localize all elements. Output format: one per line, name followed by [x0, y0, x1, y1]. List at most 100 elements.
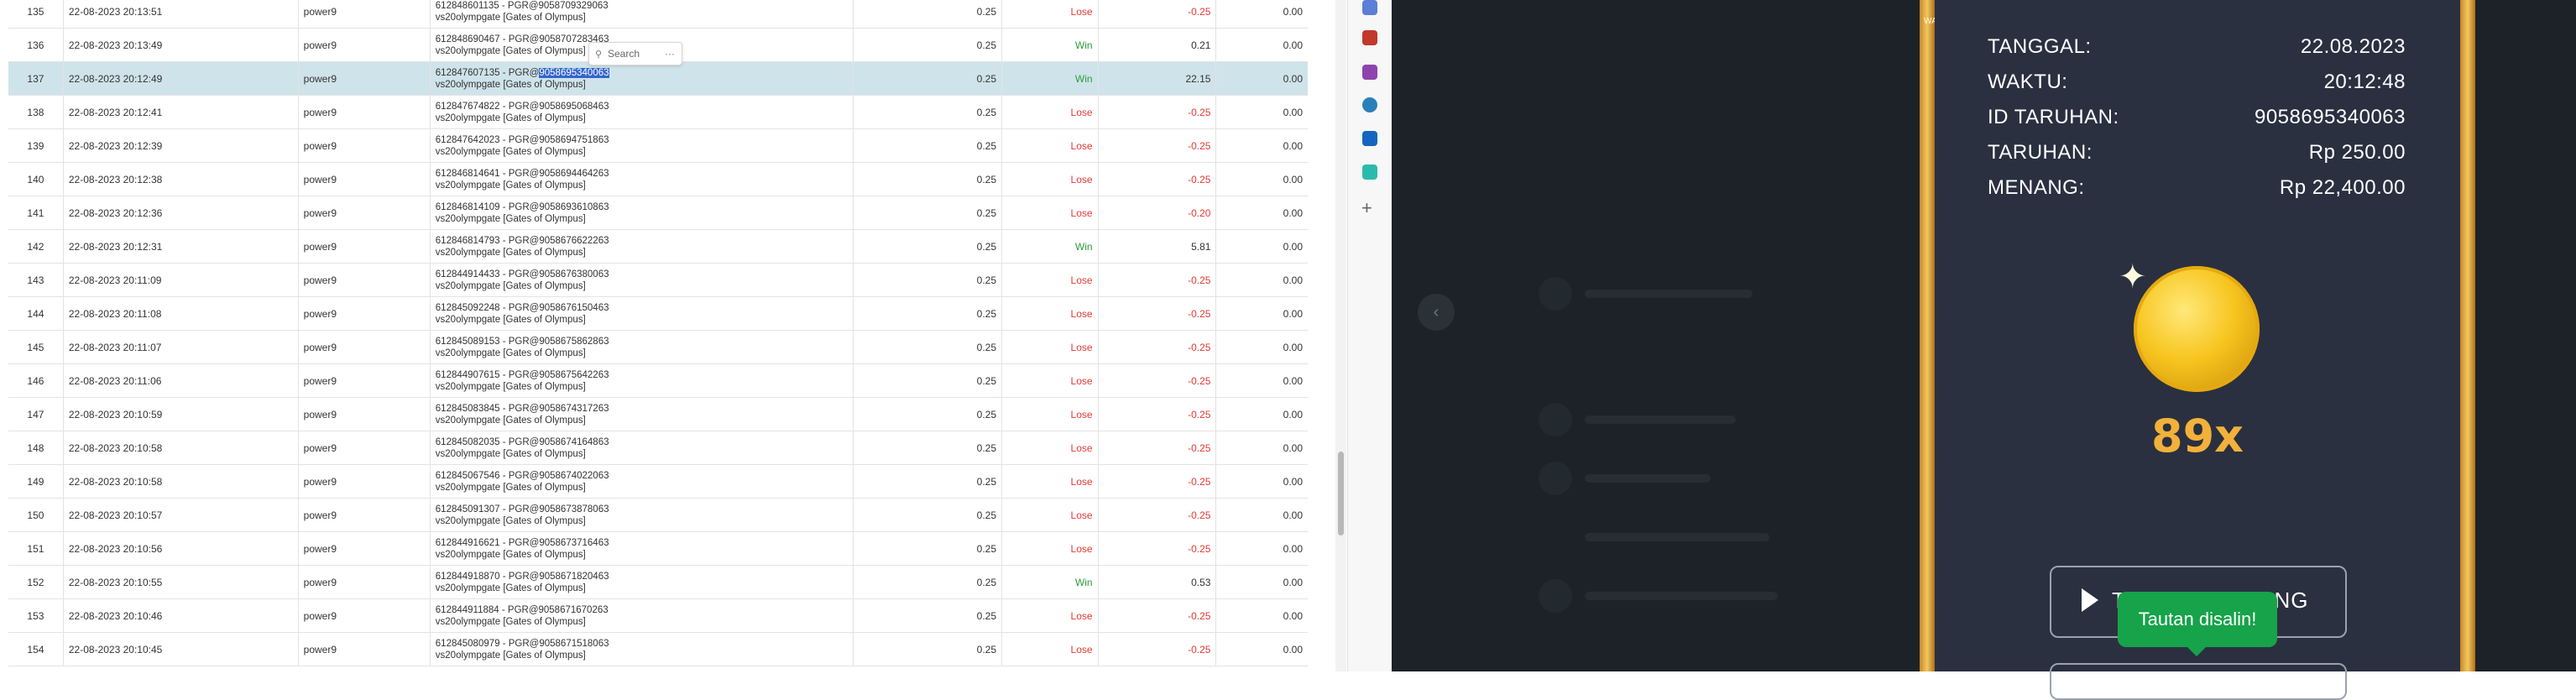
selected-bet-id[interactable]: 9058695340063 [539, 67, 609, 78]
row-number: 142 [8, 229, 64, 264]
table-row[interactable]: 144 22-08-2023 20:11:08 power9 612845092248… [8, 296, 1308, 331]
bet-time: 22-08-2023 20:12:39 [63, 128, 299, 163]
stake-amount: 0.25 [853, 565, 1003, 599]
secondary-button[interactable] [2050, 663, 2347, 700]
previous-arrow-icon[interactable]: ‹ [1418, 294, 1455, 331]
game-name: vs20olympgate [Gates of Olympus] [435, 582, 586, 593]
transaction-prefix: 612845092248 - PGR@9058676150463 [435, 302, 609, 313]
bet-time: 22-08-2023 20:12:31 [63, 229, 299, 264]
more-options-icon[interactable]: ··· [665, 48, 675, 60]
extension-circle-icon[interactable] [1362, 97, 1377, 112]
jackpot-amount: 0.00 [1215, 330, 1308, 364]
bet-details: 612845082035 - PGR@9058674164863 vs20olym… [430, 431, 854, 465]
bet-transaction-id: 612844907615 - PGR@9058675642263 [436, 369, 848, 381]
extension-diamond-icon[interactable] [1362, 0, 1377, 15]
table-row[interactable]: 143 22-08-2023 20:11:09 power9 612844914433… [8, 263, 1308, 297]
game-name: vs20olympgate [Gates of Olympus] [435, 247, 586, 258]
bet-details: 612847674822 - PGR@9058695068463 vs20olym… [430, 95, 854, 129]
table-row[interactable]: 153 22-08-2023 20:10:46 power9 612844911884… [8, 598, 1308, 633]
table-row[interactable]: 149 22-08-2023 20:10:58 power9 612845067546… [8, 464, 1308, 499]
stake-amount: 0.25 [853, 162, 1003, 196]
play-icon [2082, 588, 2098, 612]
row-number: 138 [8, 95, 64, 129]
win-amount: -0.25 [1098, 0, 1217, 29]
table-row[interactable]: 137 22-08-2023 20:12:49 power9 612847607135… [8, 61, 1308, 96]
bet-time: 22-08-2023 20:11:06 [63, 363, 299, 398]
bet-details: 612846814793 - PGR@9058676622263 vs20olym… [430, 229, 854, 264]
table-row[interactable]: 151 22-08-2023 20:10:56 power9 612844916621… [8, 531, 1308, 566]
table-row[interactable]: 152 22-08-2023 20:10:55 power9 612844918870… [8, 565, 1308, 599]
jackpot-amount: 0.00 [1215, 263, 1308, 297]
receipt-row-win: MENANG: Rp 22,400.00 [1988, 176, 2406, 201]
game-name: vs20olympgate [Gates of Olympus] [435, 347, 586, 358]
table-row[interactable]: 140 22-08-2023 20:12:38 power9 612846814641… [8, 162, 1308, 196]
scrollbar-thumb[interactable] [1338, 452, 1344, 535]
username: power9 [298, 498, 431, 532]
extension-cart-icon[interactable] [1362, 165, 1377, 180]
table-row[interactable]: 148 22-08-2023 20:10:58 power9 612845082035… [8, 431, 1308, 465]
table-row[interactable]: 135 22-08-2023 20:13:51 power9 612848601135… [8, 0, 1308, 29]
extension-people-icon[interactable] [1362, 65, 1377, 80]
stake-amount: 0.25 [853, 330, 1003, 364]
bet-transaction-id: 612845092248 - PGR@9058676150463 [436, 302, 848, 314]
backdrop-decoration [1539, 462, 1572, 495]
row-number: 153 [8, 598, 64, 633]
bet-details: 612845083845 - PGR@9058674317263 vs20olym… [430, 397, 854, 431]
table-row[interactable]: 154 22-08-2023 20:10:45 power9 612845080979… [8, 632, 1308, 666]
row-number: 145 [8, 330, 64, 364]
extension-toolbox-icon[interactable] [1362, 30, 1377, 45]
bet-details: 612846814109 - PGR@9058693610863 vs20olym… [430, 196, 854, 230]
bet-time: 22-08-2023 20:10:59 [63, 397, 299, 431]
table-row[interactable]: 139 22-08-2023 20:12:39 power9 612847642023… [8, 128, 1308, 163]
transaction-prefix: 612845089153 - PGR@9058675862863 [435, 336, 609, 347]
add-extension-icon[interactable]: + [1361, 199, 1372, 217]
win-amount: -0.25 [1098, 632, 1217, 666]
game-name: vs20olympgate [Gates of Olympus] [435, 79, 586, 90]
jackpot-amount: 0.00 [1215, 229, 1308, 264]
game-name: vs20olympgate [Gates of Olympus] [435, 213, 586, 224]
link-copied-toast: Tautan disalin! [2118, 592, 2277, 647]
bet-result: Lose [1001, 0, 1099, 29]
username: power9 [298, 363, 431, 398]
bet-time: 22-08-2023 20:12:49 [63, 61, 299, 96]
stake-amount: 0.25 [853, 95, 1003, 129]
table-row[interactable]: 142 22-08-2023 20:12:31 power9 612846814793… [8, 229, 1308, 264]
table-row[interactable]: 145 22-08-2023 20:11:07 power9 612845089153… [8, 330, 1308, 364]
bet-result: Lose [1001, 464, 1099, 499]
row-number: 137 [8, 61, 64, 96]
game-name: vs20olympgate [Gates of Olympus] [435, 146, 586, 157]
stake-amount: 0.25 [853, 598, 1003, 633]
backdrop-decoration [1539, 277, 1572, 311]
search-icon[interactable]: ⚲ [589, 49, 608, 60]
transaction-prefix: 612844916621 - PGR@9058673716463 [435, 537, 609, 548]
stake-amount: 0.25 [853, 363, 1003, 398]
table-row[interactable]: 138 22-08-2023 20:12:41 power9 612847674822… [8, 95, 1308, 129]
username: power9 [298, 128, 431, 163]
browser-sidebar: + [1347, 0, 1392, 671]
table-row[interactable]: 147 22-08-2023 20:10:59 power9 612845083845… [8, 397, 1308, 431]
table-row[interactable]: 146 22-08-2023 20:11:06 power9 612844907615… [8, 363, 1308, 398]
bet-result: Lose [1001, 296, 1099, 331]
username: power9 [298, 464, 431, 499]
bet-result: Lose [1001, 598, 1099, 633]
transaction-prefix: 612844907615 - PGR@9058675642263 [435, 369, 609, 380]
stake-value: Rp 250.00 [2308, 141, 2406, 164]
bet-id-label: ID TARUHAN: [1988, 106, 2119, 128]
table-row[interactable]: 150 22-08-2023 20:10:57 power9 612845091307… [8, 498, 1308, 532]
search-label[interactable]: Search [608, 48, 640, 60]
extension-outlook-icon[interactable] [1362, 131, 1377, 146]
table-scrollbar[interactable] [1335, 0, 1346, 671]
bet-result: Lose [1001, 531, 1099, 566]
bet-transaction-id: 612846814641 - PGR@9058694464263 [436, 168, 848, 180]
transaction-prefix: 612846814641 - PGR@9058694464263 [435, 168, 609, 179]
bet-transaction-id: 612846814793 - PGR@9058676622263 [436, 235, 848, 247]
table-row[interactable]: 141 22-08-2023 20:12:36 power9 612846814109… [8, 196, 1308, 230]
game-name: vs20olympgate [Gates of Olympus] [435, 280, 586, 291]
bet-transaction-id: 612847674822 - PGR@9058695068463 [436, 101, 848, 112]
username: power9 [298, 95, 431, 129]
bet-result: Lose [1001, 196, 1099, 230]
text-selection-popup: ⚲ Search ··· [588, 42, 682, 65]
jackpot-amount: 0.00 [1215, 128, 1308, 163]
win-amount: -0.25 [1098, 498, 1217, 532]
jackpot-amount: 0.00 [1215, 61, 1308, 96]
